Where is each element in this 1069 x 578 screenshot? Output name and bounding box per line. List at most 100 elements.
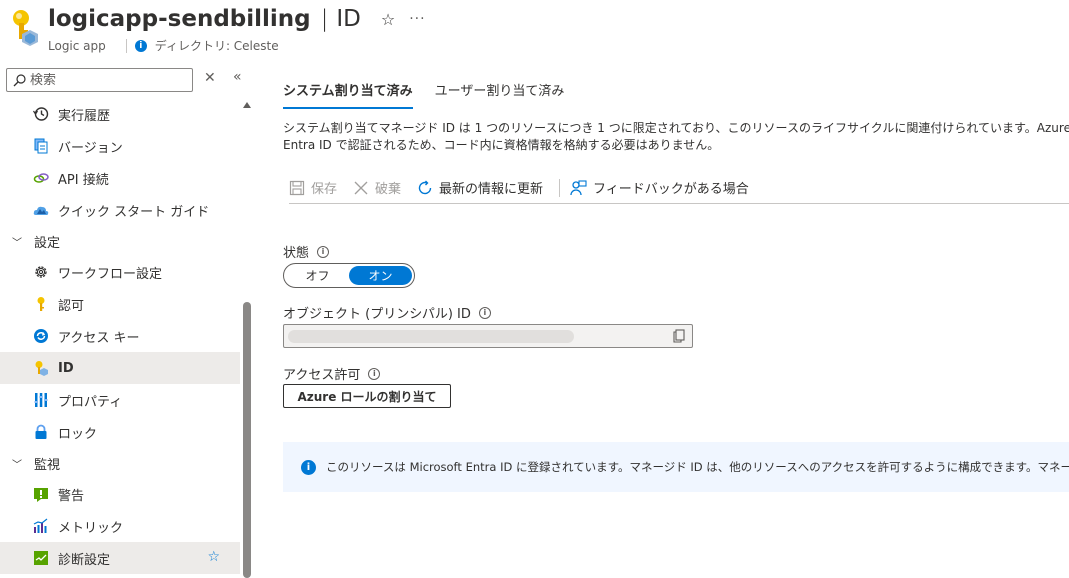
sidebar-item-label: 認可 xyxy=(58,298,85,314)
sidebar-item-label: ワークフロー設定 xyxy=(58,266,163,282)
sidebar-item-label: アクセス キー xyxy=(58,330,140,346)
sidebar-item-label: ロック xyxy=(58,426,98,442)
info-icon[interactable]: i xyxy=(478,306,491,319)
discard-label: 破棄 xyxy=(375,182,402,197)
clear-search-icon[interactable]: ✕ xyxy=(204,70,216,86)
collapse-sidebar-icon[interactable]: « xyxy=(233,69,242,85)
resource-header: logicapp-sendbilling | ID ☆ ··· Logic ap… xyxy=(0,0,1069,62)
sidebar-scrollbar[interactable] xyxy=(240,98,253,578)
resource-subtitle: Logic app i ディレクトリ: Celeste xyxy=(48,37,279,54)
info-icon: i xyxy=(134,39,147,52)
sidebar-group-label: 監視 xyxy=(34,457,61,473)
redacted-object-id xyxy=(288,330,574,343)
object-id-field[interactable] xyxy=(283,324,693,348)
tab-system-assigned[interactable]: システム割り当て済み xyxy=(283,80,413,109)
status-toggle[interactable]: オフ オン xyxy=(283,263,415,288)
copy-icon[interactable] xyxy=(672,329,686,343)
lock-icon xyxy=(35,424,47,439)
sidebar-item-label: メトリック xyxy=(58,520,124,536)
subtitle-divider xyxy=(125,38,127,53)
object-id-label: オブジェクト (プリンシパル) ID i xyxy=(283,303,491,322)
favorite-star-icon[interactable]: ☆ xyxy=(381,10,395,29)
sidebar-item-label: バージョン xyxy=(58,140,123,156)
favorite-star-icon[interactable]: ☆ xyxy=(207,549,220,565)
permissions-label: アクセス許可 i xyxy=(283,364,381,383)
more-options-icon[interactable]: ··· xyxy=(409,11,425,27)
sidebar-item-label: プロパティ xyxy=(58,394,123,410)
permissions-label-text: アクセス許可 xyxy=(283,368,361,383)
refresh-button[interactable]: 最新の情報に更新 xyxy=(417,178,543,197)
feedback-label: フィードバックがある場合 xyxy=(593,182,749,197)
properties-icon xyxy=(34,393,48,407)
description-line: システム割り当てマネージド ID は 1 つのリソースにつき 1 つに限定されて… xyxy=(283,121,1069,135)
identity-tabs: システム割り当て済み ユーザー割り当て済み xyxy=(283,80,586,109)
chevron-down-icon: ﹀ xyxy=(12,237,22,249)
sidebar-item-api-connections[interactable]: API 接続 xyxy=(0,162,240,194)
chevron-down-icon: ﹀ xyxy=(12,459,22,471)
gear-icon xyxy=(35,266,47,278)
sidebar-item-authorization[interactable]: 認可 xyxy=(0,288,240,320)
toggle-on-option[interactable]: オン xyxy=(349,266,412,285)
sidebar-nav: 実行履歴 バージョン API 接続 クイック スタート ガイド ﹀ 設定 ワーク… xyxy=(0,98,240,574)
sidebar-item-diagnostic-settings[interactable]: 診断設定 ☆ xyxy=(0,542,240,574)
sidebar-item-label: 実行履歴 xyxy=(58,108,111,124)
metrics-icon xyxy=(33,518,48,533)
command-bar: 保存 破棄 最新の情報に更新 フィードバックがある場合 xyxy=(289,174,1069,204)
feedback-button[interactable]: フィードバックがある場合 xyxy=(570,178,749,197)
history-icon xyxy=(33,107,49,121)
sidebar-item-label: 診断設定 xyxy=(58,552,111,568)
sidebar-item-locks[interactable]: ロック xyxy=(0,416,240,448)
info-banner: i このリソースは Microsoft Entra ID に登録されています。マ… xyxy=(283,442,1069,492)
description-line: Entra ID で認証されるため、コード内に資格情報を格納する必要はありません… xyxy=(283,138,720,152)
resource-title: logicapp-sendbilling xyxy=(48,6,311,32)
page-title: ID xyxy=(336,6,361,32)
info-icon: i xyxy=(301,459,316,475)
azure-role-assignments-button[interactable]: Azure ロールの割り当て xyxy=(283,384,451,408)
refresh-icon xyxy=(418,180,432,194)
save-label: 保存 xyxy=(311,182,338,197)
sidebar-item-run-history[interactable]: 実行履歴 xyxy=(0,98,240,130)
description: システム割り当てマネージド ID は 1 つのリソースにつき 1 つに限定されて… xyxy=(283,120,1069,154)
tab-user-assigned[interactable]: ユーザー割り当て済み xyxy=(435,80,565,109)
toolbar-separator xyxy=(559,178,561,197)
object-id-label-text: オブジェクト (プリンシパル) ID xyxy=(283,307,471,322)
sidebar-item-versions[interactable]: バージョン xyxy=(0,130,240,162)
close-icon xyxy=(354,181,368,194)
sidebar-item-access-keys[interactable]: アクセス キー xyxy=(0,320,240,352)
sidebar-item-identity[interactable]: ID xyxy=(0,352,240,384)
title-separator: | xyxy=(320,6,329,32)
directory-label: ディレクトリ: Celeste xyxy=(154,39,279,53)
sidebar-item-quickstart[interactable]: クイック スタート ガイド xyxy=(0,194,240,226)
key-icon xyxy=(37,297,45,311)
search-input[interactable] xyxy=(30,72,180,88)
sidebar-item-metrics[interactable]: メトリック xyxy=(0,510,240,542)
versions-icon xyxy=(34,138,48,154)
sidebar-search[interactable] xyxy=(6,68,193,92)
api-connection-icon xyxy=(33,173,49,183)
sidebar-item-label: 警告 xyxy=(58,488,85,504)
sidebar-item-label: クイック スタート ガイド xyxy=(58,204,210,220)
sidebar-group-label: 設定 xyxy=(34,235,61,251)
info-icon[interactable]: i xyxy=(368,367,381,380)
scroll-up-arrow-icon[interactable] xyxy=(243,102,251,108)
search-icon xyxy=(13,73,26,86)
sidebar-item-label: API 接続 xyxy=(58,172,109,188)
scroll-thumb[interactable] xyxy=(243,302,251,578)
info-icon[interactable]: i xyxy=(317,245,330,258)
sidebar-group-monitoring[interactable]: ﹀ 監視 xyxy=(0,448,240,478)
sidebar-item-properties[interactable]: プロパティ xyxy=(0,384,240,416)
managed-identity-icon xyxy=(13,10,38,46)
sidebar-item-label: ID xyxy=(58,360,74,376)
status-label: 状態 i xyxy=(283,242,330,261)
save-button[interactable]: 保存 xyxy=(289,178,337,197)
identity-icon xyxy=(35,361,48,376)
status-label-text: 状態 xyxy=(283,246,310,261)
toggle-off-option[interactable]: オフ xyxy=(286,266,349,285)
resource-type: Logic app xyxy=(48,38,106,53)
discard-button[interactable]: 破棄 xyxy=(353,178,401,197)
quickstart-cloud-icon xyxy=(33,206,49,215)
alert-icon xyxy=(34,488,48,502)
sidebar-item-workflow-settings[interactable]: ワークフロー設定 xyxy=(0,256,240,288)
sidebar-item-alerts[interactable]: 警告 xyxy=(0,478,240,510)
sidebar-group-settings[interactable]: ﹀ 設定 xyxy=(0,226,240,256)
